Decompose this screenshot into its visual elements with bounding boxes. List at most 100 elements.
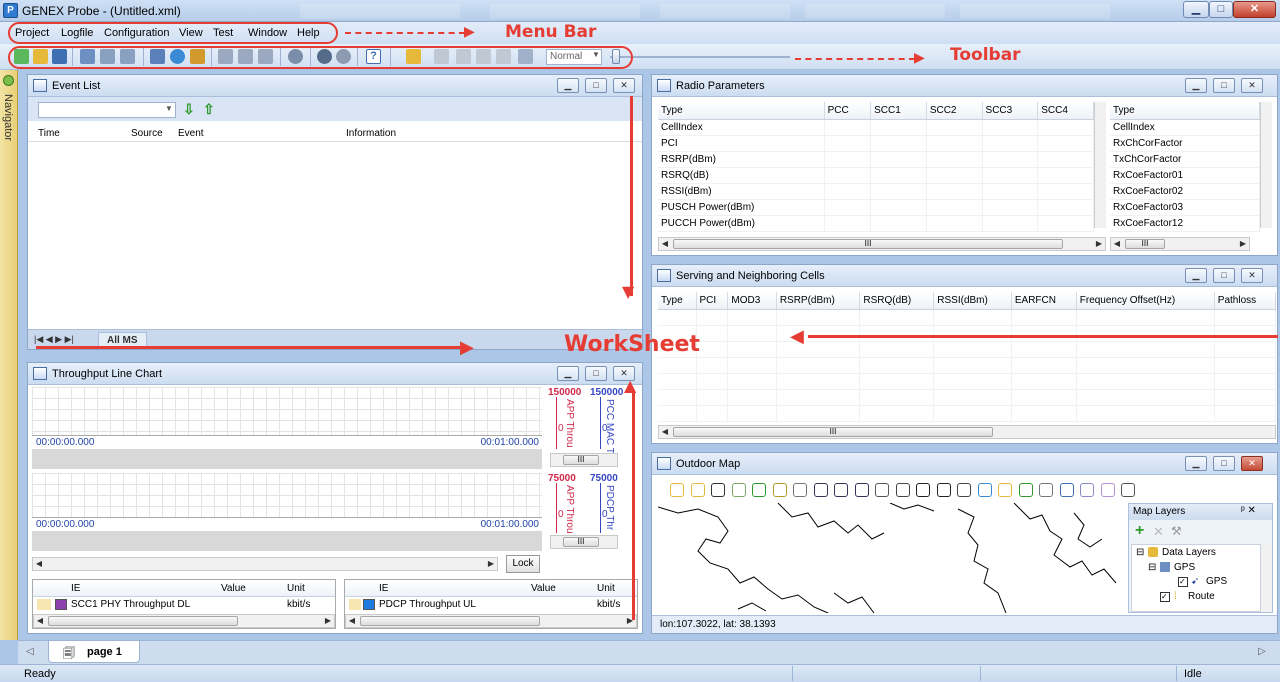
layer-gps-group[interactable]: GPS [1174, 562, 1195, 573]
panel-maximize-button[interactable]: □ [1213, 78, 1235, 93]
table-row[interactable]: TxChCorFactor [1110, 151, 1260, 168]
radio-params-hscroll[interactable]: ◀ ▶ III [658, 237, 1106, 251]
col-event[interactable]: Event [178, 128, 204, 139]
minimize-button[interactable]: ▁ [1183, 1, 1209, 18]
panel-maximize-button[interactable]: □ [585, 366, 607, 381]
table-row[interactable]: RxCoeFactor01 [1110, 167, 1260, 184]
chart1-scrollbar[interactable]: III [550, 453, 618, 467]
gear-icon[interactable] [1100, 483, 1115, 497]
zoom-in-icon[interactable] [813, 483, 828, 497]
table-row[interactable]: CellIndex [658, 119, 1094, 136]
remove-layer-icon[interactable]: ✕ [1153, 524, 1164, 540]
col-scc2[interactable]: SCC2 [926, 102, 983, 120]
table-row[interactable] [658, 389, 1277, 406]
select2-icon[interactable] [936, 483, 951, 497]
pointer-icon[interactable] [998, 483, 1012, 497]
table-row[interactable] [658, 357, 1277, 374]
col-time[interactable]: Time [38, 128, 60, 139]
col-type[interactable]: Type [658, 292, 697, 310]
chart2-scrollbar[interactable]: III [550, 535, 618, 549]
pin-icon[interactable]: ᵖ ✕ [1241, 505, 1256, 516]
stack-icon[interactable] [772, 483, 787, 497]
panel-close-button[interactable]: ✕ [1241, 268, 1263, 283]
panel-close-button[interactable]: ✕ [1241, 78, 1263, 93]
table-row[interactable]: RSSI(dBm) [658, 183, 1094, 200]
select-icon[interactable] [916, 483, 930, 497]
ruler-icon[interactable] [957, 483, 971, 497]
col-rsrq-db-[interactable]: RSRQ(dB) [859, 292, 935, 310]
table-row[interactable]: RSRQ(dB) [658, 167, 1094, 184]
panel-close-button[interactable]: ✕ [1241, 456, 1263, 471]
legend-left-scrollbar[interactable]: ◀ ▶ [33, 614, 335, 628]
table-row[interactable]: PUSCH Power(dBm) [658, 199, 1094, 216]
col-source[interactable]: Source [131, 128, 163, 139]
layer-icon[interactable] [670, 483, 684, 497]
radio-params-right-hscroll[interactable]: ◀ ▶ III [1110, 237, 1250, 251]
table-row[interactable]: PCI [658, 135, 1094, 152]
serving-cells-hscroll[interactable]: ◀ III [658, 425, 1276, 439]
col-scc1[interactable]: SCC1 [870, 102, 927, 120]
search-icon[interactable] [793, 483, 807, 497]
panel-maximize-button[interactable]: □ [585, 78, 607, 93]
table-row[interactable]: RxCoeFactor12 [1110, 215, 1260, 232]
table-row[interactable]: RSRP(dBm) [658, 151, 1094, 168]
panel-minimize-button[interactable]: ▁ [1185, 268, 1207, 283]
grid-icon[interactable] [1018, 483, 1033, 497]
radio-params-vscroll[interactable] [1094, 102, 1106, 228]
chart-time-scrollbar[interactable]: ◀ ▶ [32, 557, 498, 571]
table-row[interactable]: RxChCorFactor [1110, 135, 1260, 152]
table-row[interactable] [658, 405, 1277, 422]
arrow-up-icon[interactable]: ⇧ [203, 102, 215, 116]
image-icon[interactable] [731, 483, 746, 497]
col-scc3[interactable]: SCC3 [982, 102, 1039, 120]
layer-settings-icon[interactable]: ⚒ [1171, 524, 1182, 538]
close-button[interactable]: ✕ [1233, 1, 1276, 18]
panel-maximize-button[interactable]: □ [1213, 456, 1235, 471]
legend-row[interactable]: SCC1 PHY Throughput DL kbit/s [33, 598, 335, 612]
table-row[interactable]: RxCoeFactor03 [1110, 199, 1260, 216]
layer-gps[interactable]: GPS [1206, 576, 1227, 587]
scroll-right-icon[interactable]: ▶ [485, 558, 497, 570]
panel-minimize-button[interactable]: ▁ [1185, 78, 1207, 93]
copy-icon[interactable] [1080, 483, 1094, 497]
legend-icon[interactable] [1059, 483, 1074, 497]
arrow-down-icon[interactable]: ⇩ [183, 102, 195, 116]
zoom-out-icon[interactable] [834, 483, 848, 497]
table-row[interactable] [658, 341, 1277, 358]
replay-slider-track[interactable] [610, 56, 790, 58]
scroll-left-icon[interactable]: ◀ [33, 558, 45, 570]
gps-checkbox[interactable]: ✓ [1178, 577, 1188, 587]
col-frequency-offset-hz-[interactable]: Frequency Offset(Hz) [1076, 292, 1215, 310]
globe-icon[interactable] [977, 483, 992, 497]
col-pcc[interactable]: PCC [824, 102, 872, 120]
measure-icon[interactable] [895, 483, 910, 497]
col-scc4[interactable]: SCC4 [1037, 102, 1094, 120]
map-canvas[interactable] [658, 503, 1124, 613]
col-rsrp-dbm-[interactable]: RSRP(dBm) [776, 292, 861, 310]
table-row[interactable] [658, 325, 1277, 342]
layer-route[interactable]: Route [1188, 591, 1215, 602]
tab-nav-icons[interactable]: |◀ ◀ ▶ ▶| [34, 334, 74, 345]
col-earfcn[interactable]: EARFCN [1011, 292, 1077, 310]
export-icon[interactable] [752, 483, 766, 497]
panel-maximize-button[interactable]: □ [1213, 268, 1235, 283]
save-icon[interactable] [711, 483, 725, 497]
settings-icon[interactable] [1039, 483, 1053, 497]
throughput-chart-2[interactable] [32, 473, 542, 517]
panel-minimize-button[interactable]: ▁ [1185, 456, 1207, 471]
table-row[interactable]: PUCCH Power(dBm) [658, 215, 1094, 232]
layer-data-layers[interactable]: Data Layers [1162, 547, 1216, 558]
panel-minimize-button[interactable]: ▁ [557, 78, 579, 93]
route-checkbox[interactable]: ✓ [1160, 592, 1170, 602]
col-pathloss[interactable]: Pathloss [1214, 292, 1277, 310]
tab-scroll-left-icon[interactable]: ◁ [26, 646, 34, 657]
table-row[interactable]: RxCoeFactor02 [1110, 183, 1260, 200]
tab-page-1[interactable]: 🗐 page 1 [48, 641, 140, 663]
open-icon[interactable] [690, 483, 705, 497]
throughput-chart-1[interactable] [32, 387, 542, 435]
col-type[interactable]: Type [658, 102, 825, 120]
table-row[interactable] [658, 309, 1277, 326]
tab-scroll-right-icon[interactable]: ▷ [1258, 646, 1266, 657]
pan-icon[interactable] [875, 483, 889, 497]
col-type[interactable]: Type [1110, 102, 1260, 120]
